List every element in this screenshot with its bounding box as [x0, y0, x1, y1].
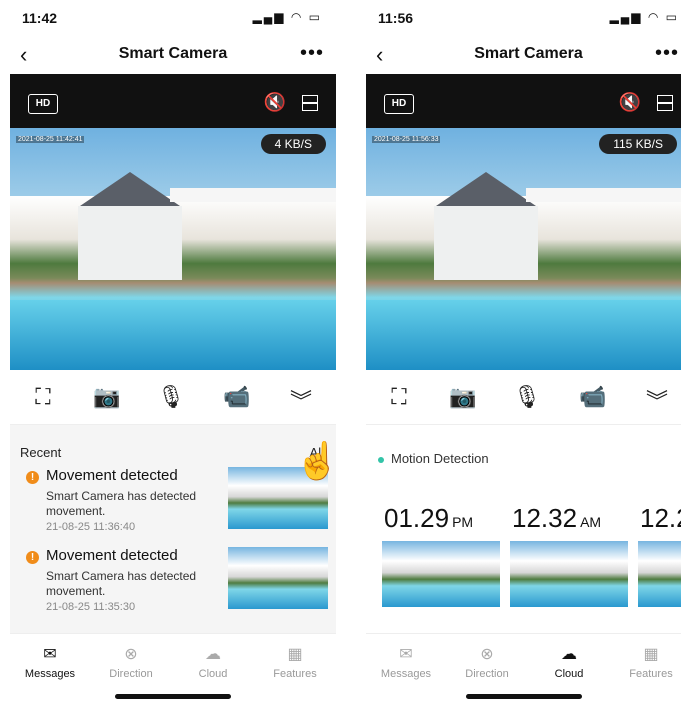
tab-bar: ✉ Messages ⊗ Direction ☁ Cloud ▦ Features — [366, 633, 681, 704]
hd-button[interactable]: HD — [28, 94, 58, 114]
phone-right: 11:56 ▂▄▆ ◠ ▭ ‹ Smart Camera ••• HD 🔇 20… — [366, 0, 681, 704]
cloud-panel: Motion Detection 01.29PM 12.32AM 12.2 — [366, 425, 681, 633]
clip-time: 01.29 PM — [384, 503, 474, 533]
bitrate-badge: 115 KB/S — [599, 134, 677, 154]
tab-bar: ✉ Messages ⊗ Direction ☁ Cloud ▦ Features — [10, 633, 336, 704]
more-icon[interactable]: ••• — [300, 42, 324, 65]
hand-pointer-icon: ☝ — [295, 440, 336, 481]
alert-icon: ! — [26, 551, 39, 564]
alert-icon: ! — [26, 471, 39, 484]
live-video[interactable]: 2021-08-25 11:42:41 4 KB/S — [10, 128, 336, 370]
video-timestamp: 2021-08-25 11:56:33 — [372, 136, 441, 143]
tab-features[interactable]: ▦ Features — [260, 644, 330, 680]
house-image — [416, 172, 681, 288]
home-indicator — [465, 694, 582, 699]
features-icon: ▦ — [643, 646, 659, 663]
features-icon: ▦ — [287, 646, 303, 663]
tab-cloud[interactable]: ☁ Cloud — [178, 644, 248, 680]
pool-image — [366, 300, 681, 370]
alert-desc: Smart Camera has detected movement. — [46, 569, 197, 598]
alert-time: 21-08-25 11:35:30 — [46, 601, 136, 613]
clip-thumbnail[interactable] — [382, 541, 500, 607]
clip-time: 12.2 — [640, 503, 681, 533]
cloud-icon: ☁ — [561, 646, 577, 663]
tab-direction[interactable]: ⊗ Direction — [96, 644, 166, 680]
screenshot-icon[interactable]: ⛶ — [384, 384, 414, 410]
mic-icon[interactable]: 🎙 — [156, 384, 186, 410]
status-icons: ▂▄▆ ◠ ▭ — [609, 10, 679, 24]
alert-title: Movement detected — [46, 467, 178, 484]
video-toolbar: HD 🔇 — [366, 74, 681, 128]
clip-time: 12.32 AM — [512, 503, 602, 533]
clip-thumbnail[interactable] — [510, 541, 628, 607]
messages-panel: Recent All ! Movement detected Smart Cam… — [10, 425, 336, 633]
house-image — [60, 172, 336, 288]
list-item[interactable]: ! Movement detected Smart Camera has det… — [10, 543, 336, 623]
tab-messages[interactable]: ✉ Messages — [15, 644, 85, 680]
messages-icon: ✉ — [399, 646, 413, 663]
pool-image — [10, 300, 336, 370]
page-title: Smart Camera — [118, 45, 228, 62]
video-toolbar: HD 🔇 — [10, 74, 336, 128]
list-item[interactable]: ! Movement detected Smart Camera has det… — [10, 463, 336, 543]
home-indicator — [115, 694, 231, 699]
motion-detection-label: Motion Detection — [378, 451, 489, 466]
status-bar: 11:56 ▂▄▆ ◠ ▭ — [366, 0, 681, 36]
alert-desc: Smart Camera has detected movement. — [46, 489, 197, 518]
camera-icon[interactable]: 📷 — [448, 384, 478, 410]
tab-cloud[interactable]: ☁ Cloud — [534, 644, 604, 680]
mic-icon[interactable]: 🎙 — [512, 384, 542, 410]
clip-thumbnail[interactable] — [638, 541, 681, 607]
phone-left: 11:42 ▂▄▆ ◠ ▭ ‹ Smart Camera ••• HD 🔇 20… — [10, 0, 336, 704]
tab-direction[interactable]: ⊗ Direction — [452, 644, 522, 680]
more-icon[interactable]: ••• — [655, 42, 679, 65]
hd-button[interactable]: HD — [384, 94, 414, 114]
mute-icon[interactable]: 🔇 — [264, 92, 286, 113]
status-bar: 11:42 ▂▄▆ ◠ ▭ — [10, 0, 336, 36]
page-title: Smart Camera — [474, 45, 583, 62]
record-icon[interactable]: 📹 — [578, 384, 608, 410]
status-dot — [378, 456, 384, 463]
video-timestamp: 2021-08-25 11:42:41 — [16, 136, 85, 143]
layout-icon[interactable] — [302, 95, 318, 111]
messages-icon: ✉ — [43, 646, 57, 663]
layout-icon[interactable] — [657, 95, 673, 111]
screenshot-icon[interactable]: ⛶ — [28, 384, 58, 410]
bitrate-badge: 4 KB/S — [260, 134, 326, 154]
status-time: 11:56 — [378, 10, 414, 26]
alert-time: 21-08-25 11:36:40 — [46, 521, 136, 533]
camera-controls: ⛶ 📷 🎙 📹 ︾ — [10, 370, 336, 425]
chevron-down-icon[interactable]: ︾ — [642, 384, 672, 416]
tab-features[interactable]: ▦ Features — [616, 644, 681, 680]
chevron-down-icon[interactable]: ︾ — [286, 384, 316, 416]
alert-thumbnail[interactable] — [228, 547, 328, 609]
camera-icon[interactable]: 📷 — [92, 384, 122, 410]
record-icon[interactable]: 📹 — [222, 384, 252, 410]
recent-label: Recent — [20, 445, 62, 460]
status-time: 11:42 — [22, 10, 58, 26]
direction-icon: ⊗ — [124, 646, 138, 663]
nav-bar: ‹ Smart Camera ••• — [366, 36, 681, 75]
mute-icon[interactable]: 🔇 — [619, 92, 641, 113]
nav-bar: ‹ Smart Camera ••• — [10, 36, 336, 75]
alert-title: Movement detected — [46, 547, 178, 564]
live-video[interactable]: 2021-08-25 11:56:33 115 KB/S — [366, 128, 681, 370]
cloud-icon: ☁ — [205, 646, 221, 663]
tab-messages[interactable]: ✉ Messages — [371, 644, 441, 680]
status-icons: ▂▄▆ ◠ ▭ — [252, 10, 322, 24]
camera-controls: ⛶ 📷 🎙 📹 ︾ — [366, 370, 681, 425]
direction-icon: ⊗ — [480, 646, 494, 663]
